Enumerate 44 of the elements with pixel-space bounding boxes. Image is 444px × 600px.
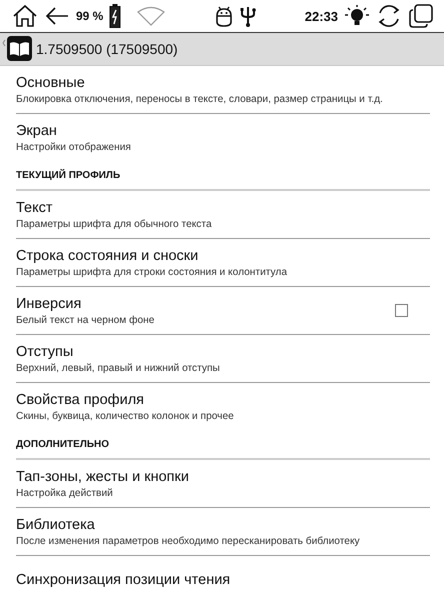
copy-icon[interactable] [408,3,434,29]
settings-item[interactable]: Библиотека После изменения параметров необходимо пересканировать библиотеку [16,508,430,556]
item-summary: Белый текст на черном фоне [16,314,156,326]
battery-charging-icon [109,4,122,28]
item-title: Инверсия [16,296,82,312]
item-title: Строка состояния и сноски [16,248,200,264]
item-title: Свойства профиля [16,392,146,408]
item-summary: Верхний, левый, правый и нижний отступы [16,362,221,374]
item-title: Основные [16,74,86,90]
item-summary: Скины, буквица, количество колонок и прочее [16,410,235,422]
section-header: ДОПОЛНИТЕЛЬНО [16,439,110,450]
clock-time: 22:33 [304,8,338,24]
item-title: Библиотека [16,516,96,532]
light-bulb-icon[interactable] [344,4,370,28]
item-summary: Настройка действий [16,488,114,498]
settings-item[interactable]: Инверсия Белый текст на черном фоне [16,287,430,335]
back-arrow-icon[interactable] [44,6,70,26]
item-summary: Параметры шрифта для строки состояния и колонтитула [16,266,288,278]
battery-percentage: 99 % [76,9,104,23]
section-header: ТЕКУЩИЙ ПРОФИЛЬ [16,170,120,181]
item-summary: Блокировка отключения, переносы в тексте, словари, размер страницы и т.д. [16,94,384,104]
item-title: Синхронизация позиции чтения [16,572,232,588]
app-book-icon[interactable] [2,36,32,62]
settings-item[interactable]: Основные Блокировка отключения, переносы в тексте, словари, размер страницы и т.д. [16,66,430,114]
usb-icon [240,5,256,27]
settings-item[interactable]: Тап-зоны, жесты и кнопки Настройка действий [16,460,430,508]
settings-item[interactable]: Экран Настройки отображения [16,114,430,161]
item-title: Текст [16,200,54,216]
android-icon [214,5,234,27]
item-summary: Настройки отображения [16,142,132,152]
home-icon[interactable] [12,4,38,28]
item-title: Экран [16,122,58,138]
settings-item[interactable]: Свойства профиля Скины, буквица, количество колонок и прочее [16,383,430,430]
item-title: Тап-зоны, жесты и кнопки [16,468,190,484]
item-summary: После изменения параметров необходимо пересканировать библиотеку [16,536,361,546]
checkbox[interactable] [395,304,408,317]
settings-item[interactable]: Текст Параметры шрифта для обычного текста [16,191,430,239]
settings-item[interactable]: Отступы Верхний, левый, правый и нижний отступы [16,335,430,383]
wifi-icon [137,6,166,26]
settings-item[interactable]: Строка состояния и сноски Параметры шрифта для строки состояния и колонтитула [16,239,430,287]
item-summary: Параметры шрифта для обычного текста [16,218,213,230]
item-title: Отступы [16,344,74,360]
app-title: 1.7509500 (17509500) [36,41,178,57]
settings-item[interactable]: Синхронизация позиции чтения [16,556,430,600]
